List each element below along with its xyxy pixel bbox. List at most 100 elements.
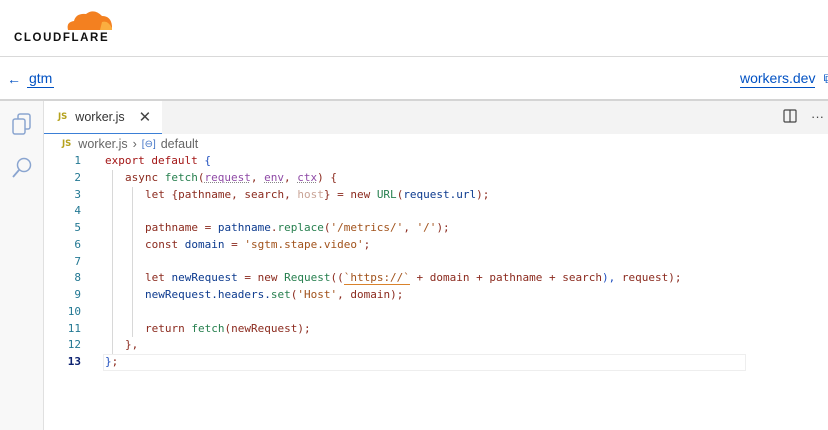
code-token: newRequest [172, 271, 238, 284]
code-token: { [204, 154, 211, 167]
editor-tab-bar: JS worker.js ✕ ··· [44, 101, 828, 134]
code-token: '/metrics/' [330, 221, 403, 234]
code-token: }, [125, 338, 138, 351]
tab-worker-js[interactable]: JS worker.js ✕ [44, 101, 162, 134]
code-token: fetch [191, 322, 224, 335]
breadcrumb-symbol[interactable]: default [161, 137, 199, 151]
line-text: export default { [105, 153, 211, 170]
code-token: ) { [317, 171, 337, 184]
line-number: 11 [44, 321, 81, 338]
line-number: 12 [44, 337, 81, 354]
code-token: return [145, 322, 191, 335]
code-token: = [225, 238, 245, 251]
code-token: 'Host' [297, 288, 337, 301]
back-label: gtm [27, 70, 54, 88]
line-number: 2 [44, 170, 81, 187]
code-token: ( [198, 171, 205, 184]
search-icon[interactable] [10, 156, 34, 180]
indent-guide [132, 287, 133, 304]
breadcrumb: JS worker.js › [⊖] default [62, 137, 198, 151]
indent-guide [112, 304, 113, 321]
explorer-files-icon[interactable] [10, 112, 34, 136]
code-token: (newRequest); [224, 322, 310, 335]
code-token: ); [476, 188, 489, 201]
workers-dev-link[interactable]: workers.dev ⧉ [740, 70, 828, 88]
indent-guide [132, 187, 133, 204]
code-token: `https://` [344, 271, 410, 285]
code-token: ); [436, 221, 449, 234]
indent-guide [112, 270, 113, 287]
indent-guide [112, 170, 113, 187]
split-editor-icon[interactable] [783, 109, 797, 123]
code-token: let {pathname, search, [145, 188, 297, 201]
code-token: 'sgtm.stape.video' [244, 238, 363, 251]
line-text: return fetch(newRequest); [145, 321, 311, 338]
line-text: }; [105, 354, 118, 371]
line-text: pathname = pathname.replace('/metrics/',… [145, 220, 450, 237]
line-text: }, [125, 337, 138, 354]
close-icon[interactable]: ✕ [139, 108, 152, 126]
code-token: let [145, 271, 172, 284]
code-token: (( [330, 271, 343, 284]
workers-dev-label: workers.dev [740, 70, 815, 88]
code-token: request.url [403, 188, 476, 201]
code-token: ), [602, 271, 622, 284]
line-text: const domain = 'sgtm.stape.video'; [145, 237, 370, 254]
code-token: Request [284, 271, 330, 284]
indent-guide [112, 220, 113, 237]
symbol-variable-icon: [⊖] [142, 139, 156, 150]
indent-guide [112, 237, 113, 254]
indent-guide [132, 321, 133, 338]
chevron-right-icon: › [133, 137, 137, 151]
indent-guide [112, 321, 113, 338]
more-actions-icon[interactable]: ··· [811, 109, 824, 124]
code-token: ; [112, 355, 119, 368]
code-token: , [284, 171, 297, 184]
code-token: , domain); [337, 288, 403, 301]
code-token: ; [364, 238, 371, 251]
cloudflare-logo[interactable]: CLOUDFLARE [14, 8, 114, 44]
line-number: 4 [44, 203, 81, 220]
line-text: async fetch(request, env, ctx) { [125, 170, 337, 187]
code-token: env [264, 171, 284, 184]
code-token: + domain + pathname + search [410, 271, 602, 284]
indent-guide [112, 187, 113, 204]
code-token: export default [105, 154, 204, 167]
indent-guide [132, 220, 133, 237]
line-number: 3 [44, 187, 81, 204]
code-token: ctx [297, 171, 317, 184]
arrow-left-icon: ← [7, 71, 21, 87]
line-text: let newRequest = new Request((`https://`… [145, 270, 681, 287]
indent-guide [132, 237, 133, 254]
line-number: 7 [44, 254, 81, 271]
code-token: pathname = [145, 221, 218, 234]
line-number: 5 [44, 220, 81, 237]
code-token: request [205, 171, 251, 184]
line-text: newRequest.headers.set('Host', domain); [145, 287, 403, 304]
line-text: let {pathname, search, host} = new URL(r… [145, 187, 489, 204]
indent-guide [112, 337, 113, 354]
indent-guide [132, 254, 133, 271]
worker-nav-bar: ← gtm workers.dev ⧉ [0, 57, 828, 101]
line-number: 6 [44, 237, 81, 254]
indent-guide [112, 254, 113, 271]
code-token: host [297, 188, 324, 201]
code-token: , [403, 221, 416, 234]
back-link[interactable]: ← gtm [7, 70, 54, 88]
code-token: pathname [218, 221, 271, 234]
code-token: } = new [324, 188, 377, 201]
code-token: const [145, 238, 185, 251]
cloud-icon [64, 8, 114, 32]
breadcrumb-file[interactable]: worker.js [78, 137, 127, 151]
external-link-icon: ⧉ [823, 70, 828, 88]
code-token: , [251, 171, 264, 184]
code-token: domain [185, 238, 225, 251]
code-token: } [105, 355, 112, 368]
brand-wordmark: CLOUDFLARE [14, 32, 109, 44]
code-token: replace [277, 221, 323, 234]
js-file-icon: JS [62, 139, 71, 149]
line-number: 13 [44, 354, 81, 371]
line-number: 9 [44, 287, 81, 304]
line-number: 10 [44, 304, 81, 321]
code-token: request); [622, 271, 682, 284]
